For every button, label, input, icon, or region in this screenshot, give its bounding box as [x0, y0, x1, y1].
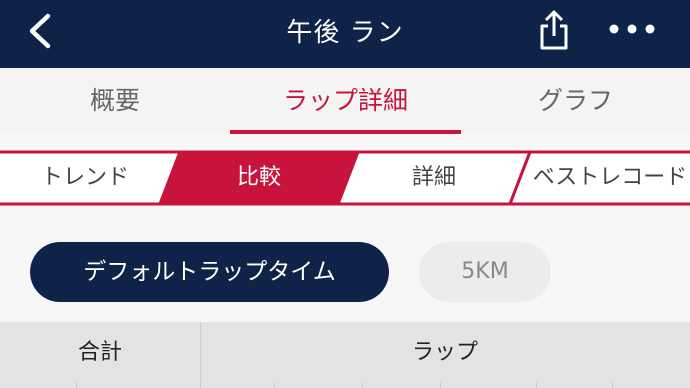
- more-horizontal-icon: [609, 24, 655, 34]
- segment-compare[interactable]: 比較: [170, 150, 348, 206]
- more-button[interactable]: [604, 16, 660, 42]
- header-total: 合計: [77, 340, 122, 365]
- segment-best-record[interactable]: ベストレコード: [520, 150, 690, 206]
- segment-control: トレンド 比較 詳細 ベストレコード: [0, 150, 690, 206]
- tab-graph[interactable]: グラフ: [461, 68, 690, 134]
- lap-table-header: 合計 ラップ: [0, 322, 690, 388]
- tab-overview[interactable]: 概要: [0, 68, 230, 134]
- app-header: 午後 ラン: [0, 0, 690, 68]
- page-title: 午後 ラン: [286, 18, 404, 48]
- header-lap: ラップ: [411, 340, 478, 365]
- segment-details[interactable]: 詳細: [348, 150, 520, 206]
- table-row-dividers: [0, 382, 690, 388]
- main-tabs: 概要 ラップ詳細 グラフ: [0, 68, 690, 134]
- segment-trend[interactable]: トレンド: [0, 150, 170, 206]
- 5km-button[interactable]: 5KM: [419, 242, 551, 302]
- share-button[interactable]: [534, 8, 574, 52]
- default-lap-time-button[interactable]: デフォルトラップタイム: [30, 242, 389, 302]
- active-tab-indicator: [230, 130, 461, 134]
- tab-lap-details[interactable]: ラップ詳細: [230, 68, 461, 134]
- share-icon: [540, 10, 568, 50]
